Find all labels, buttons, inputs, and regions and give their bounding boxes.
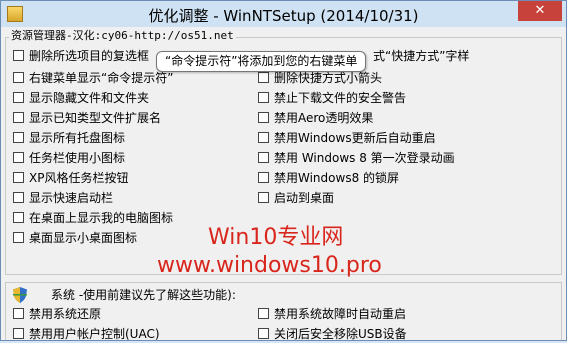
checkbox-box[interactable] xyxy=(13,212,24,223)
checkbox-box[interactable] xyxy=(13,232,24,243)
close-button[interactable]: ✕ xyxy=(518,1,562,21)
checkbox-label: 显示快速启动栏 xyxy=(29,191,114,205)
checkbox-box[interactable] xyxy=(13,308,24,319)
checkbox-label: 显示隐藏文件和文件夹 xyxy=(29,91,150,105)
checkbox-box[interactable] xyxy=(258,308,269,319)
checkbox-box[interactable] xyxy=(258,152,269,163)
checkbox-label: 禁止下载文件的安全警告 xyxy=(274,91,407,105)
checkbox-label: 显示所有托盘图标 xyxy=(29,131,126,145)
checkbox-label: XP风格任务栏按钮 xyxy=(29,171,129,185)
checkbox-label: 禁用Windows更新后自动重启 xyxy=(274,131,436,145)
checkbox-label: 禁用Aero透明效果 xyxy=(274,111,374,125)
checkbox-box[interactable] xyxy=(13,72,24,83)
checkbox-label: 桌面显示小桌面图标 xyxy=(29,231,138,245)
checkbox-label: 任务栏使用小图标 xyxy=(29,151,126,165)
checkbox-box[interactable] xyxy=(13,152,24,163)
checkbox-label: 禁用用户帐户控制(UAC) xyxy=(29,327,160,341)
checkbox-box[interactable] xyxy=(258,92,269,103)
checkbox-box[interactable] xyxy=(258,172,269,183)
checkbox-box[interactable] xyxy=(13,92,24,103)
explorer-group-label: 资源管理器-汉化:cy06-http://os51.net xyxy=(9,27,236,43)
checkbox-label: 关闭后安全移除USB设备 xyxy=(274,327,407,341)
watermark-site-url: www.windows10.pro xyxy=(157,253,382,278)
checkbox-box[interactable] xyxy=(13,328,24,339)
checkbox-label: 禁用Windows8 的锁屏 xyxy=(274,171,400,185)
checkbox-box[interactable] xyxy=(258,72,269,83)
checkbox-label: 启动到桌面 xyxy=(274,191,335,205)
checkbox-label: 删除所选项目的复选框 xyxy=(29,49,150,63)
checkbox-box[interactable] xyxy=(258,132,269,143)
checkbox-label: 显示已知类型文件扩展名 xyxy=(29,111,162,125)
optimize-dialog-window: 优化调整 - WinNTSetup (2014/10/31) ✕ 资源管理器-汉… xyxy=(0,0,567,341)
watermark-site-name: Win10专业网 xyxy=(208,225,344,250)
cmd-prompt-tooltip: “命令提示符”将添加到您的右键菜单 xyxy=(156,51,367,72)
checkbox-label: 禁用系统还原 xyxy=(29,307,102,321)
window-title: 优化调整 - WinNTSetup (2014/10/31) xyxy=(148,7,419,25)
checkbox-label: 右键菜单显示“命令提示符” xyxy=(29,71,174,85)
checkbox-box[interactable] xyxy=(13,112,24,123)
shield-icon xyxy=(13,287,27,303)
checkbox-box[interactable] xyxy=(13,172,24,183)
checkbox-box[interactable] xyxy=(258,112,269,123)
checkbox-box[interactable] xyxy=(13,50,24,61)
checkbox-label: 禁用系统故障时自动重启 xyxy=(274,307,407,321)
shortcut-text-option-label: 式“快捷方式”字样 xyxy=(373,49,470,63)
checkbox-label: 在桌面上显示我的电脑图标 xyxy=(29,211,174,225)
checkbox-box[interactable] xyxy=(13,192,24,203)
checkbox-box[interactable] xyxy=(258,192,269,203)
checkbox-box[interactable] xyxy=(13,132,24,143)
checkbox-label: 禁用 Windows 8 第一次登录动画 xyxy=(274,151,455,165)
system-group-label: 系统 -使用前建议先了解这些功能): xyxy=(51,288,236,302)
checkbox-box[interactable] xyxy=(258,328,269,339)
title-bar[interactable]: 优化调整 - WinNTSetup (2014/10/31) ✕ xyxy=(1,1,566,27)
